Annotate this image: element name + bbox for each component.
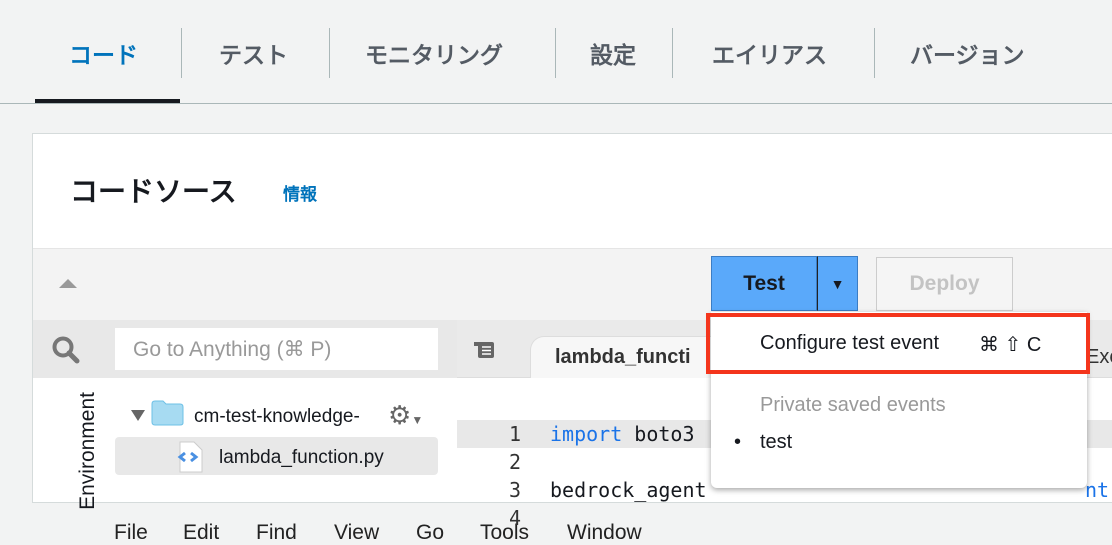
test-button[interactable]: Test bbox=[711, 256, 817, 311]
tab-list-icon[interactable] bbox=[474, 340, 496, 360]
divider bbox=[555, 28, 556, 78]
bullet-icon: • bbox=[734, 431, 742, 453]
search-icon[interactable] bbox=[51, 335, 81, 365]
keyword: import bbox=[550, 422, 623, 446]
line-gutter: 1 2 3 4 bbox=[457, 420, 543, 530]
tab-aliases[interactable]: エイリアス bbox=[712, 36, 827, 70]
menu-file[interactable]: File bbox=[114, 521, 148, 545]
code-text: boto3 bbox=[622, 422, 695, 446]
saved-event-test[interactable]: test bbox=[760, 431, 792, 454]
tab-monitoring[interactable]: モニタリング bbox=[365, 36, 503, 70]
active-tab-indicator bbox=[35, 99, 180, 103]
divider bbox=[329, 28, 330, 78]
tab-test[interactable]: テスト bbox=[219, 36, 288, 70]
private-events-header: Private saved events bbox=[760, 394, 946, 416]
menu-edit[interactable]: Edit bbox=[183, 521, 219, 545]
expand-arrow-icon[interactable] bbox=[131, 410, 145, 421]
page-title: コードソース bbox=[70, 176, 237, 207]
collapse-icon[interactable] bbox=[59, 279, 77, 288]
code-line-3: bedrock_agent bbox=[550, 478, 707, 502]
menu-window[interactable]: Window bbox=[567, 521, 642, 545]
line-number: 1 bbox=[508, 422, 521, 446]
highlight-box bbox=[706, 313, 1090, 374]
tab-bar: コード テスト モニタリング 設定 エイリアス バージョン bbox=[0, 0, 1112, 104]
tab-settings[interactable]: 設定 bbox=[590, 36, 636, 70]
menu-view[interactable]: View bbox=[334, 521, 379, 545]
code-line-1: import boto3 bbox=[550, 422, 695, 446]
line-number: 2 bbox=[508, 450, 521, 474]
caret-down-icon: ▼ bbox=[830, 275, 845, 292]
line-number: 4 bbox=[508, 506, 521, 530]
gear-icon[interactable]: ⚙▼ bbox=[388, 400, 423, 431]
tab-code[interactable]: コード bbox=[69, 36, 138, 70]
file-name[interactable]: lambda_function.py bbox=[219, 447, 384, 469]
line-number: 3 bbox=[508, 478, 521, 502]
divider bbox=[874, 28, 875, 78]
divider bbox=[672, 28, 673, 78]
divider bbox=[181, 28, 182, 78]
deploy-button[interactable]: Deploy bbox=[876, 257, 1013, 311]
code-line-3-tail: nt( bbox=[1085, 478, 1112, 502]
folder-icon bbox=[151, 400, 184, 426]
menu-go[interactable]: Go bbox=[416, 521, 444, 545]
go-to-anything-input[interactable]: Go to Anything (⌘ P) bbox=[115, 328, 438, 370]
python-file-icon bbox=[177, 441, 203, 473]
folder-name[interactable]: cm-test-knowledge- bbox=[194, 406, 360, 428]
tab-versions[interactable]: バージョン bbox=[910, 36, 1025, 70]
editor-tab-label[interactable]: lambda_functi bbox=[555, 346, 691, 369]
info-link[interactable]: 情報 bbox=[283, 180, 317, 205]
test-dropdown-button[interactable]: ▼ bbox=[817, 256, 858, 311]
menu-find[interactable]: Find bbox=[256, 521, 297, 545]
environment-label[interactable]: Environment bbox=[76, 392, 100, 512]
